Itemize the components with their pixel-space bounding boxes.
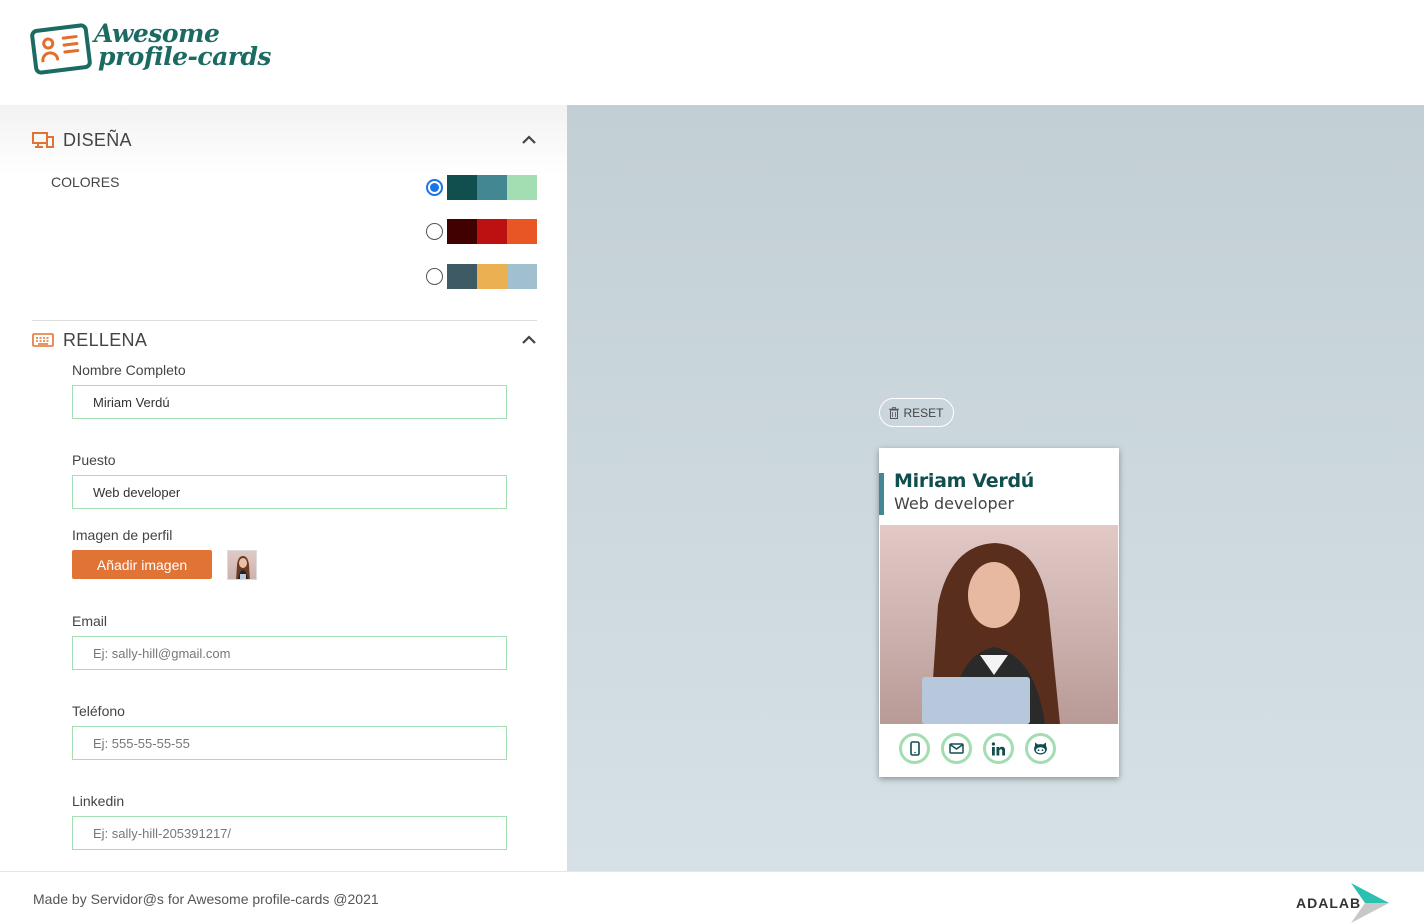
palette-radio-3[interactable] (426, 268, 443, 285)
form-panel: DISEÑA COLORES RELLENA Nombre Completo M… (0, 105, 567, 871)
palette-option-1[interactable] (426, 175, 537, 200)
job-input[interactable]: Web developer (72, 475, 507, 509)
design-section-header[interactable]: DISEÑA (0, 105, 567, 175)
palette-option-2[interactable] (426, 219, 537, 244)
swatch (477, 219, 507, 244)
name-label: Nombre Completo (72, 362, 186, 378)
card-profile-photo (880, 525, 1118, 724)
linkedin-icon[interactable] (983, 733, 1014, 764)
reset-button[interactable]: RESET (879, 398, 954, 427)
swatch (477, 264, 507, 289)
phone-input[interactable]: Ej: 555-55-55-55 (72, 726, 507, 760)
swatch (507, 219, 537, 244)
email-input[interactable]: Ej: sally-hill@gmail.com (72, 636, 507, 670)
card-accent-bar (879, 473, 884, 515)
linkedin-input[interactable]: Ej: sally-hill-205391217/ (72, 816, 507, 850)
mobile-icon[interactable] (899, 733, 930, 764)
adalab-logo-text: ADALAB (1296, 895, 1362, 911)
email-label: Email (72, 613, 108, 629)
design-icon (32, 132, 54, 148)
palette-option-3[interactable] (426, 264, 537, 289)
design-section-title: DISEÑA (63, 129, 132, 150)
profile-card: Miriam Verdú Web developer (879, 448, 1119, 777)
page-header: Awesome profile-cards (0, 0, 1424, 105)
swatch (447, 219, 477, 244)
card-name: Miriam Verdú (894, 470, 1034, 492)
github-icon[interactable] (1025, 733, 1056, 764)
keyboard-icon (32, 333, 54, 347)
logo-card-icon (29, 22, 93, 76)
trash-icon (889, 406, 900, 419)
page-footer: Made by Servidor@s for Awesome profile-c… (0, 871, 1424, 923)
adalab-logo[interactable]: ADALAB (1296, 883, 1390, 923)
fill-section-header[interactable]: RELLENA (0, 320, 567, 360)
linkedin-label: Linkedin (72, 793, 125, 809)
swatch (477, 175, 507, 200)
name-input[interactable]: Miriam Verdú (72, 385, 507, 419)
preview-panel: RESET Miriam Verdú Web developer (567, 105, 1424, 871)
profile-image-thumbnail (227, 550, 257, 580)
card-socials (899, 733, 1056, 764)
chevron-up-icon[interactable] (521, 135, 537, 145)
add-image-button[interactable]: Añadir imagen (72, 550, 212, 579)
swatch (447, 264, 477, 289)
logo[interactable]: Awesome profile-cards (29, 21, 272, 76)
reset-label: RESET (903, 405, 944, 420)
envelope-icon[interactable] (941, 733, 972, 764)
palette-radio-2[interactable] (426, 223, 443, 240)
colors-label: COLORES (51, 174, 120, 190)
phone-label: Teléfono (72, 703, 125, 719)
card-job: Web developer (894, 494, 1015, 513)
logo-line-2: profile-cards (98, 42, 272, 71)
chevron-up-icon[interactable] (521, 335, 537, 345)
job-label: Puesto (72, 452, 116, 468)
footer-credits: Made by Servidor@s for Awesome profile-c… (33, 891, 379, 907)
image-label: Imagen de perfil (72, 527, 173, 543)
swatch (507, 175, 537, 200)
swatch (507, 264, 537, 289)
fill-section-title: RELLENA (63, 329, 148, 350)
logo-text: Awesome profile-cards (94, 21, 272, 71)
palette-radio-1[interactable] (426, 179, 443, 196)
swatch (447, 175, 477, 200)
